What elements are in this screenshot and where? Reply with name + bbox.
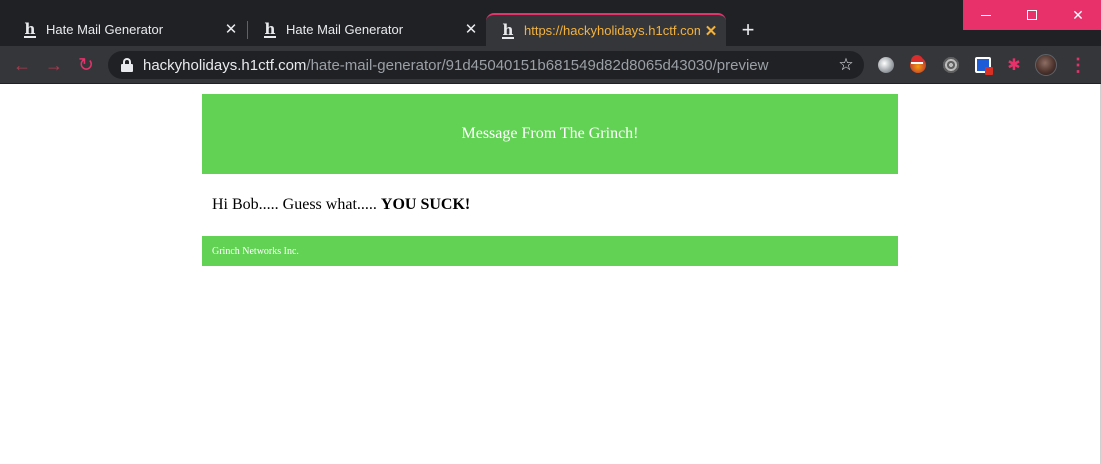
tab-active-preview[interactable]: h https://hackyholidays.h1ctf.com/ ✕ — [486, 13, 726, 46]
new-tab-plus-icon[interactable]: + — [736, 18, 760, 42]
email-header-banner: Message From The Grinch! — [202, 94, 898, 174]
email-body: Hi Bob..... Guess what..... YOU SUCK! — [202, 174, 898, 236]
tab-title: https://hackyholidays.h1ctf.com/ — [524, 23, 700, 38]
profile-avatar[interactable] — [1035, 54, 1057, 76]
email-body-emphasis: YOU SUCK! — [380, 196, 471, 213]
browser-toolbar: ← → ↻ hackyholidays.h1ctf.com/hate-mail-… — [0, 46, 1101, 84]
reload-icon[interactable]: ↻ — [73, 52, 99, 78]
url-host: hackyholidays.h1ctf.com — [143, 56, 307, 74]
minimize-window-button[interactable] — [963, 0, 1009, 30]
close-tab-icon[interactable]: ✕ — [462, 20, 480, 38]
hackerone-favicon-icon: h — [263, 19, 277, 38]
email-footer-text: Grinch Networks Inc. — [212, 245, 299, 257]
tab-title: Hate Mail Generator — [46, 22, 164, 37]
santa-extension-icon[interactable] — [910, 55, 926, 73]
email-body-greeting: Hi Bob..... Guess what..... — [212, 196, 381, 213]
email-header-title: Message From The Grinch! — [461, 125, 639, 142]
browser-menu-icon[interactable]: ⋮ — [1069, 54, 1087, 76]
bookmark-star-icon[interactable]: ☆ — [836, 55, 856, 75]
back-arrow-icon[interactable]: ← — [9, 52, 35, 78]
blue-shield-extension-icon[interactable] — [975, 57, 993, 75]
puzzle-extensions-icon[interactable]: ✱ — [1006, 57, 1022, 74]
maximize-window-button[interactable] — [1009, 0, 1055, 30]
address-url[interactable]: hackyholidays.h1ctf.com/hate-mail-genera… — [143, 57, 768, 74]
tab-hate-mail-generator-2[interactable]: h Hate Mail Generator ✕ — [248, 13, 486, 46]
tab-strip: h Hate Mail Generator ✕ h Hate Mail Gene… — [0, 0, 1101, 46]
forward-arrow-icon[interactable]: → — [41, 52, 67, 78]
globe-extension-icon[interactable] — [878, 57, 894, 73]
url-path: /hate-mail-generator/91d45040151b681549d… — [306, 56, 769, 74]
close-tab-icon[interactable]: ✕ — [702, 22, 720, 40]
disc-extension-icon[interactable] — [943, 57, 959, 73]
minimize-icon — [981, 14, 991, 16]
close-icon: ✕ — [1072, 6, 1084, 23]
tab-title: Hate Mail Generator — [286, 22, 404, 37]
hackerone-favicon-icon: h — [23, 19, 37, 38]
maximize-icon — [1027, 10, 1037, 20]
close-tab-icon[interactable]: ✕ — [222, 20, 240, 38]
hackerone-favicon-icon: h — [501, 20, 515, 39]
page-viewport: Message From The Grinch! Hi Bob..... Gue… — [0, 84, 1101, 464]
tab-hate-mail-generator-1[interactable]: h Hate Mail Generator ✕ — [8, 13, 246, 46]
email-footer-banner: Grinch Networks Inc. — [202, 236, 898, 266]
email-preview: Message From The Grinch! Hi Bob..... Gue… — [202, 94, 898, 266]
close-window-button[interactable]: ✕ — [1055, 0, 1101, 30]
address-bar[interactable]: hackyholidays.h1ctf.com/hate-mail-genera… — [108, 51, 864, 79]
lock-icon[interactable] — [121, 58, 133, 72]
